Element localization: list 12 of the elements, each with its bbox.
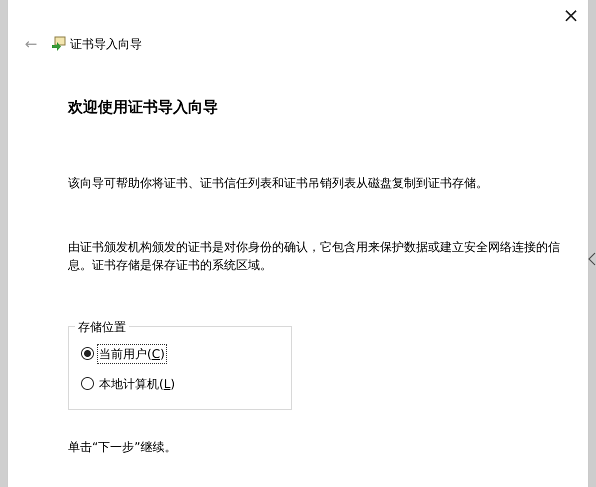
radio-button[interactable] [81,347,94,360]
radio-button[interactable] [81,377,94,390]
chevron-icon [588,251,596,267]
instruction-text: 单击“下一步”继续。 [68,438,178,456]
page-heading: 欢迎使用证书导入向导 [68,97,219,118]
wizard-title: 证书导入向导 [70,36,142,53]
certificate-icon [50,36,66,52]
radio-label[interactable]: 本地计算机(L) [97,374,178,394]
radio-label[interactable]: 当前用户(C) [97,344,167,364]
close-button[interactable]: × [556,0,586,30]
description-text: 由证书颁发机构颁发的证书是对你身份的确认，它包含用来保护数据或建立安全网络连接的信息。证书存储是保存证书的系统区域。 [68,238,560,274]
description-text: 该向导可帮助你将证书、证书信任列表和证书吊销列表从磁盘复制到证书存储。 [68,174,489,192]
